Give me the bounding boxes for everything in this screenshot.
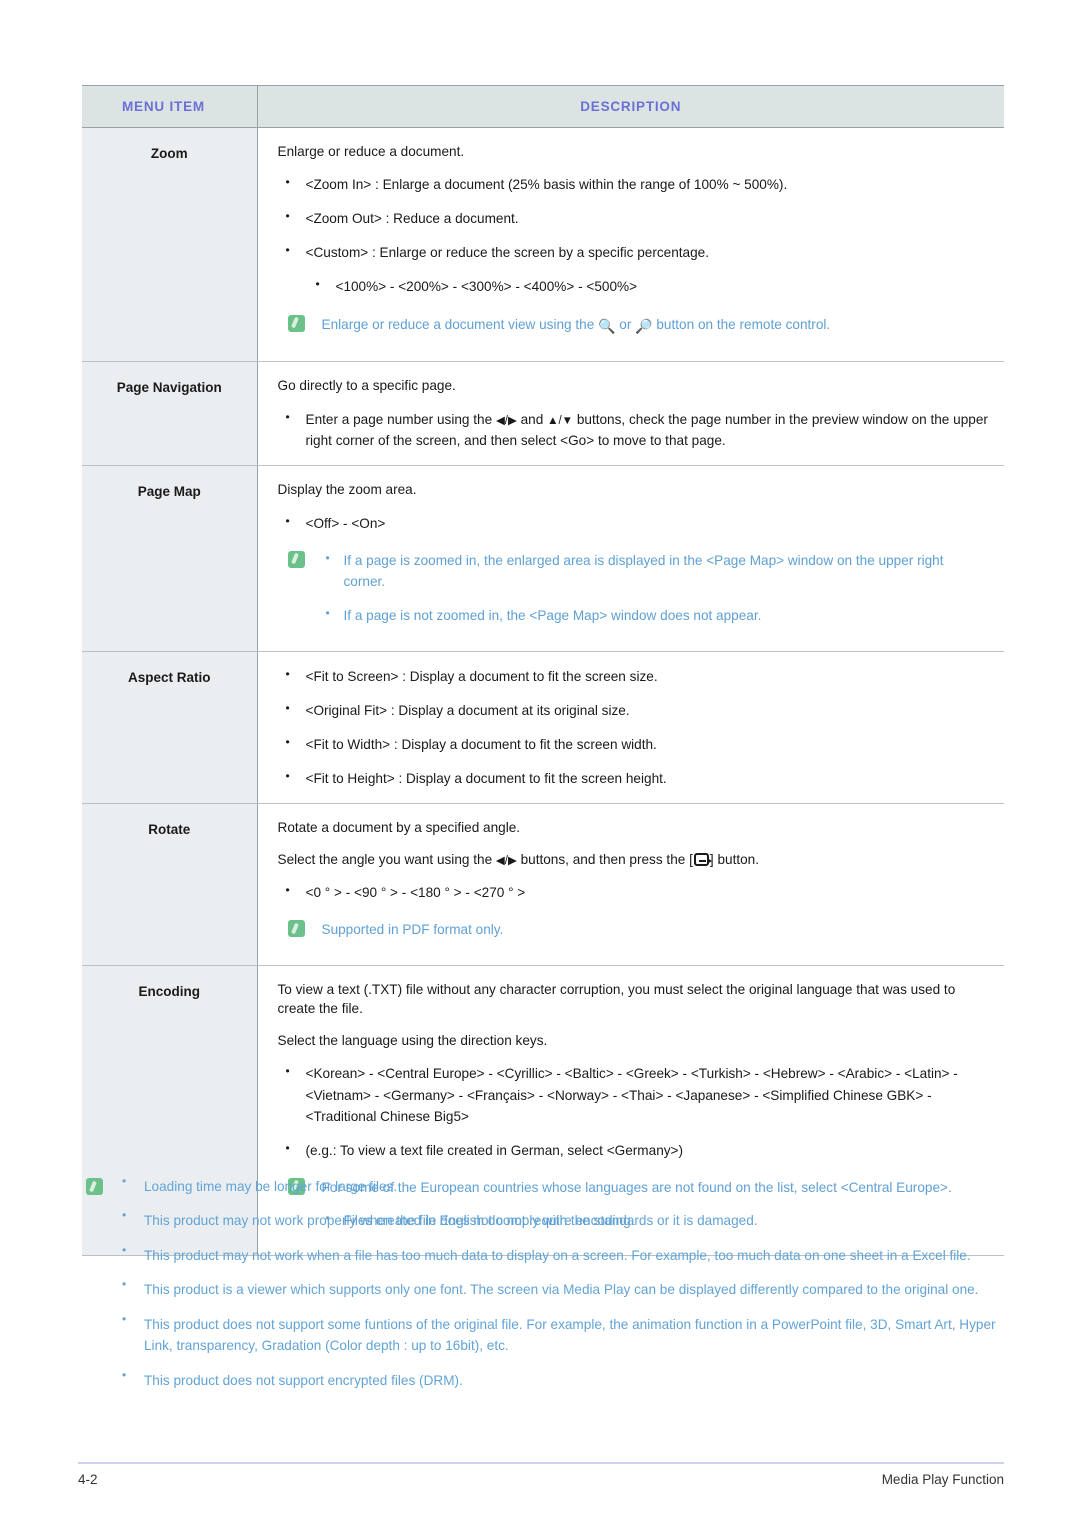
note-pencil-icon	[86, 1178, 103, 1195]
table-row-page-navigation: Page Navigation Go directly to a specifi…	[82, 361, 1004, 467]
description-rotate: Rotate a document by a specified angle. …	[257, 803, 1004, 966]
zoom-in-magnifier-icon: 🔍	[598, 317, 616, 334]
table-row-page-map: Page Map Display the zoom area. <Off> - …	[82, 465, 1004, 652]
footnote-5-text: This product does not support some funti…	[144, 1316, 996, 1354]
zoom-bullet-3: <Custom> : Enlarge or reduce the screen …	[278, 241, 989, 263]
note-pencil-icon	[287, 550, 305, 568]
page-map-note-bullet-1: If a page is zoomed in, the enlarged are…	[322, 549, 989, 592]
encoding-bullet-1: <Korean> - <Central Europe> - <Cyrillic>…	[278, 1062, 989, 1126]
zoom-note-suffix: button on the remote control.	[652, 316, 831, 332]
rotate-note-text: Supported in PDF format only.	[321, 922, 504, 938]
page-map-note-bullet-2: If a page is not zoomed in, the <Page Ma…	[322, 604, 989, 626]
pn-pre: Enter a page number using the	[305, 411, 496, 427]
zoom-bullet-2: <Zoom Out> : Reduce a document.	[278, 207, 989, 229]
description-aspect-ratio: <Fit to Screen> : Display a document to …	[257, 651, 1004, 804]
footnote-3: This product may not work when a file ha…	[82, 1243, 1004, 1266]
rotate-line-2: Select the angle you want using the ◀/▶ …	[278, 850, 989, 869]
rotate-mid: buttons, and then press the [	[516, 852, 693, 868]
footnote-4: This product is a viewer which supports …	[82, 1277, 1004, 1300]
menu-item-rotate: Rotate	[82, 803, 258, 966]
page-map-note: If a page is zoomed in, the enlarged are…	[278, 549, 989, 627]
zoom-note-text: Enlarge or reduce a document view using …	[321, 316, 831, 334]
left-right-arrow-icon: ◀/▶	[495, 414, 517, 427]
media-play-menu-table: MENU ITEM DESCRIPTION Zoom Enlarge or re…	[82, 85, 1004, 1256]
description-page-map: Display the zoom area. <Off> - <On> If a…	[257, 465, 1004, 652]
footnote-1-text: Loading time may be longer for large fil…	[144, 1179, 398, 1194]
rotate-post: ] button.	[709, 852, 760, 868]
page-navigation-intro: Go directly to a specific page.	[277, 378, 456, 394]
rotate-bullet-1: <0 ° > - <90 ° > - <180 ° > - <270 ° >	[278, 881, 989, 903]
rotate-pre: Select the angle you want using the	[277, 852, 496, 868]
footer-divider	[78, 1462, 1004, 1464]
zoom-sub-bullet-1: <100%> - <200%> - <300%> - <400%> - <500…	[278, 275, 989, 297]
footnote-6: This product does not support encrypted …	[82, 1368, 1004, 1391]
menu-item-page-map: Page Map	[82, 465, 258, 652]
menu-item-page-navigation: Page Navigation	[82, 361, 258, 467]
encoding-intro-2: Select the language using the direction …	[277, 1033, 548, 1049]
footer-page-number: 4-2	[78, 1472, 98, 1487]
encoding-example: (e.g.: To view a text file created in Ge…	[278, 1139, 989, 1161]
zoom-note-prefix: Enlarge or reduce a document view using …	[321, 316, 599, 332]
up-down-arrow-icon: ▲/▼	[547, 414, 574, 427]
note-pencil-icon	[287, 314, 305, 332]
document-page: MENU ITEM DESCRIPTION Zoom Enlarge or re…	[0, 0, 1080, 1527]
aspect-ratio-bullet-2: <Original Fit> : Display a document at i…	[278, 699, 989, 721]
footnote-5: This product does not support some funti…	[82, 1312, 1004, 1357]
footnotes-section: Loading time may be longer for large fil…	[82, 1174, 1004, 1391]
footnote-3-text: This product may not work when a file ha…	[144, 1247, 971, 1263]
footer-section-title: Media Play Function	[881, 1472, 1004, 1487]
menu-item-zoom: Zoom	[82, 127, 258, 363]
zoom-note: Enlarge or reduce a document view using …	[278, 314, 989, 338]
aspect-ratio-bullet-4: <Fit to Height> : Display a document to …	[278, 767, 989, 789]
column-header-description: DESCRIPTION	[257, 85, 1004, 128]
description-page-navigation: Go directly to a specific page. Enter a …	[257, 361, 1004, 467]
aspect-ratio-bullet-1: <Fit to Screen> : Display a document to …	[278, 665, 989, 687]
table-row-zoom: Zoom Enlarge or reduce a document. <Zoom…	[82, 127, 1004, 363]
aspect-ratio-bullet-3: <Fit to Width> : Display a document to f…	[278, 733, 989, 755]
footnote-4-text: This product is a viewer which supports …	[144, 1282, 979, 1298]
column-header-menu-item: MENU ITEM	[82, 85, 258, 128]
table-row-rotate: Rotate Rotate a document by a specified …	[82, 803, 1004, 966]
pn-mid: and	[516, 411, 548, 427]
enter-key-icon	[693, 853, 712, 867]
footnote-2: This product may not work properly when …	[82, 1208, 1004, 1231]
page-map-intro: Display the zoom area.	[277, 482, 417, 498]
footnote-6-text: This product does not support encrypted …	[144, 1372, 463, 1388]
table-header-row: MENU ITEM DESCRIPTION	[82, 85, 1004, 128]
table-row-aspect-ratio: Aspect Ratio <Fit to Screen> : Display a…	[82, 651, 1004, 804]
left-right-arrow-icon: ◀/▶	[495, 855, 517, 868]
zoom-bullet-1: <Zoom In> : Enlarge a document (25% basi…	[278, 173, 989, 195]
zoom-out-magnifier-icon: 🔎	[635, 317, 653, 334]
menu-item-aspect-ratio: Aspect Ratio	[82, 651, 258, 804]
zoom-intro: Enlarge or reduce a document.	[277, 144, 465, 159]
footnote-2-text: This product may not work properly when …	[144, 1213, 758, 1229]
footnote-1: Loading time may be longer for large fil…	[82, 1174, 1004, 1197]
rotate-note: Supported in PDF format only.	[278, 919, 989, 940]
rotate-intro: Rotate a document by a specified angle.	[277, 819, 521, 835]
page-footer: 4-2 Media Play Function	[78, 1472, 1004, 1487]
page-navigation-bullet-1: Enter a page number using the ◀/▶ and ▲/…	[278, 408, 989, 452]
zoom-note-mid: or	[615, 316, 636, 332]
note-pencil-icon	[287, 920, 305, 938]
page-map-bullet-1: <Off> - <On>	[278, 512, 989, 534]
encoding-intro: To view a text (.TXT) file without any c…	[277, 981, 956, 1016]
description-zoom: Enlarge or reduce a document. <Zoom In> …	[257, 127, 1004, 363]
